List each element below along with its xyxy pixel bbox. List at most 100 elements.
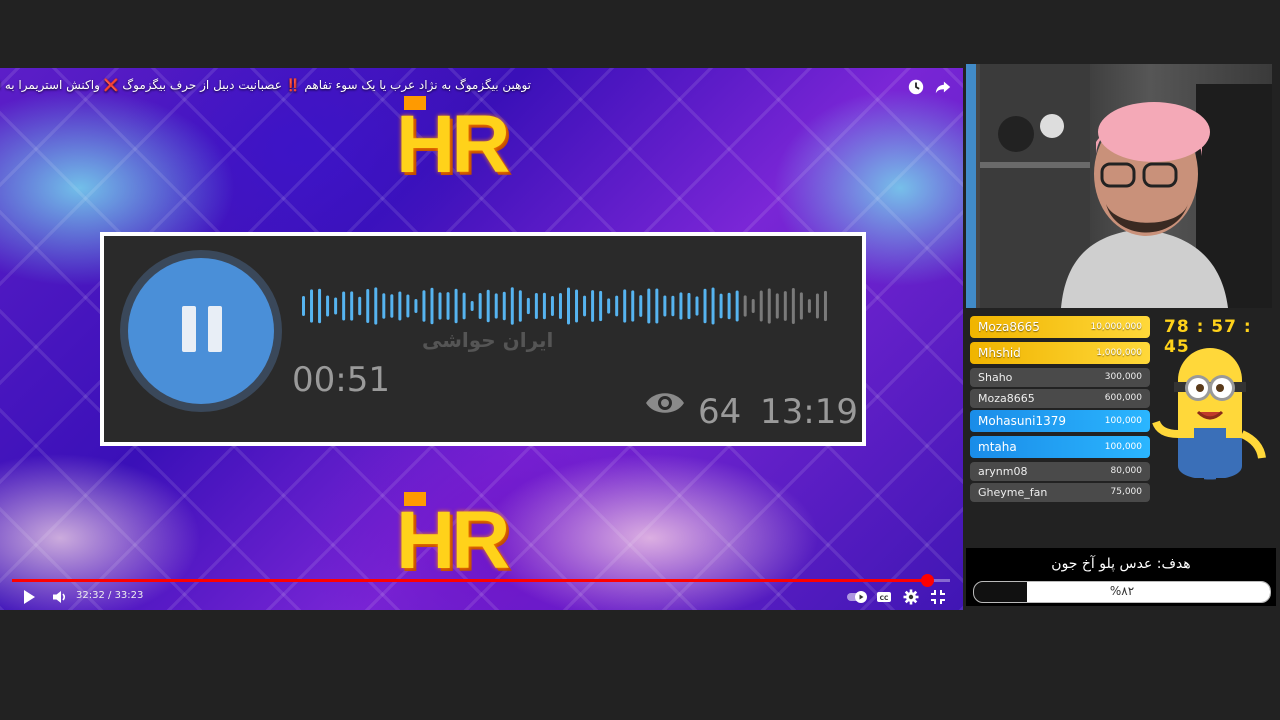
waveform-bar <box>438 292 442 320</box>
waveform-bar <box>591 290 595 322</box>
waveform-bar <box>430 287 434 325</box>
waveform-bar <box>775 293 779 319</box>
waveform-bar <box>743 295 747 317</box>
waveform-bar <box>518 290 522 322</box>
donor-name: Moza8665 <box>978 320 1040 334</box>
donation-amount: 75,000 <box>1110 487 1143 497</box>
voice-duration: 00:51 <box>292 360 390 400</box>
waveform-bar <box>607 298 611 314</box>
donation-amount: 80,000 <box>1110 466 1143 476</box>
donation-amount: 100,000 <box>1104 442 1142 452</box>
waveform-bar <box>735 290 739 322</box>
waveform-bar <box>414 298 418 314</box>
waveform-bar <box>350 291 354 321</box>
waveform-bar <box>382 293 386 319</box>
waveform-bar <box>542 292 546 320</box>
waveform-bar <box>550 295 554 317</box>
waveform-bar <box>807 299 811 313</box>
waveform-bar <box>751 299 755 313</box>
leaderboard-row: Gheyme_fan 75,000 <box>970 483 1150 502</box>
donor-name: arynm08 <box>978 465 1028 478</box>
exit-fullscreen-icon[interactable] <box>930 589 946 605</box>
message-time: 13:19 <box>760 392 858 432</box>
gear-icon[interactable] <box>903 589 919 605</box>
channel-logo-top: HR <box>396 96 510 186</box>
waveform-bar <box>623 289 627 323</box>
waveform-bar <box>815 293 819 319</box>
donor-name: mtaha <box>978 440 1017 454</box>
eye-icon <box>646 393 684 413</box>
leaderboard-row: Shaho 300,000 <box>970 368 1150 387</box>
waveform-bar <box>526 297 530 315</box>
waveform-bar <box>374 287 378 325</box>
waveform-bar <box>502 291 506 321</box>
waveform-bar <box>759 290 763 322</box>
video-title: توهین بیگزموگ به نژاد عرب یا یک سوء تفاه… <box>0 78 531 92</box>
waveform-bar <box>727 292 731 320</box>
waveform-bar <box>342 291 346 321</box>
waveform-bar <box>366 288 370 324</box>
autoplay-toggle[interactable] <box>846 589 868 605</box>
donation-amount: 10,000,000 <box>1090 322 1142 332</box>
waveform-bar <box>567 287 570 325</box>
waveform-bar <box>695 296 699 316</box>
waveform-bar <box>655 288 659 324</box>
waveform-bar <box>398 291 402 321</box>
volume-icon[interactable] <box>52 589 68 605</box>
waveform-bar <box>647 288 651 324</box>
voice-message-card: ایران حواشی 00:51 64 13:19 <box>100 232 866 446</box>
video-player[interactable]: توهین بیگزموگ به نژاد عرب یا یک سوء تفاه… <box>0 68 963 610</box>
donation-amount: 300,000 <box>1104 372 1142 382</box>
svg-text:CC: CC <box>880 595 889 602</box>
waveform-bar <box>719 293 723 319</box>
donor-name: Mhshid <box>978 346 1021 360</box>
pause-icon <box>128 258 274 404</box>
goal-title: هدف: عدس پلو آخ جون <box>1051 556 1191 572</box>
view-count: 64 <box>698 392 742 432</box>
waveform-bar <box>302 296 305 316</box>
channel-logo-bottom: HR <box>396 492 510 582</box>
goal-percent: %۸۲ <box>1109 584 1135 598</box>
waveform-bar <box>767 288 771 324</box>
donor-name: Gheyme_fan <box>978 486 1048 499</box>
waveform-bar <box>599 290 603 322</box>
waveform-bar <box>783 291 787 321</box>
waveform-bar <box>406 294 410 318</box>
leaderboard-row: mtaha 100,000 <box>970 436 1150 458</box>
waveform-bar <box>663 295 667 317</box>
seek-bar[interactable] <box>12 574 950 587</box>
seek-handle[interactable] <box>920 574 934 587</box>
waveform-bar <box>486 289 490 323</box>
waveform-bar <box>799 292 803 320</box>
waveform-bar <box>615 295 619 317</box>
waveform-bar <box>310 289 314 323</box>
waveform-bar <box>326 295 330 317</box>
waveform-bar <box>390 294 394 318</box>
share-icon[interactable] <box>934 78 952 96</box>
waveform-bar <box>318 288 322 324</box>
waveform-bar <box>631 290 635 322</box>
play-icon[interactable] <box>22 589 36 605</box>
waveform-bar <box>687 292 691 320</box>
webcam-feed <box>966 64 1272 308</box>
waveform-bar <box>711 287 715 325</box>
waveform-bar <box>679 292 683 320</box>
donation-amount: 1,000,000 <box>1096 348 1142 358</box>
waveform-bar <box>639 295 643 317</box>
waveform-bar <box>534 293 538 319</box>
channel-watermark: ایران حواشی <box>422 328 554 352</box>
donation-leaderboard: Moza8665 10,000,000 Mhshid 1,000,000 Shaho 30… <box>970 316 1150 504</box>
waveform-bar <box>462 292 466 320</box>
donor-name: Mohasuni1379 <box>978 414 1066 428</box>
leaderboard-row: Mhshid 1,000,000 <box>970 342 1150 364</box>
waveform-bar <box>671 295 675 317</box>
donation-amount: 100,000 <box>1104 416 1142 426</box>
waveform-bar <box>446 292 450 320</box>
leaderboard-row: arynm08 80,000 <box>970 462 1150 481</box>
captions-icon[interactable]: CC <box>876 589 892 605</box>
waveform-bar <box>478 292 482 320</box>
waveform-bar <box>510 287 514 325</box>
waveform-bar <box>703 288 707 324</box>
donation-amount: 600,000 <box>1104 393 1142 403</box>
clock-icon[interactable] <box>907 78 925 96</box>
